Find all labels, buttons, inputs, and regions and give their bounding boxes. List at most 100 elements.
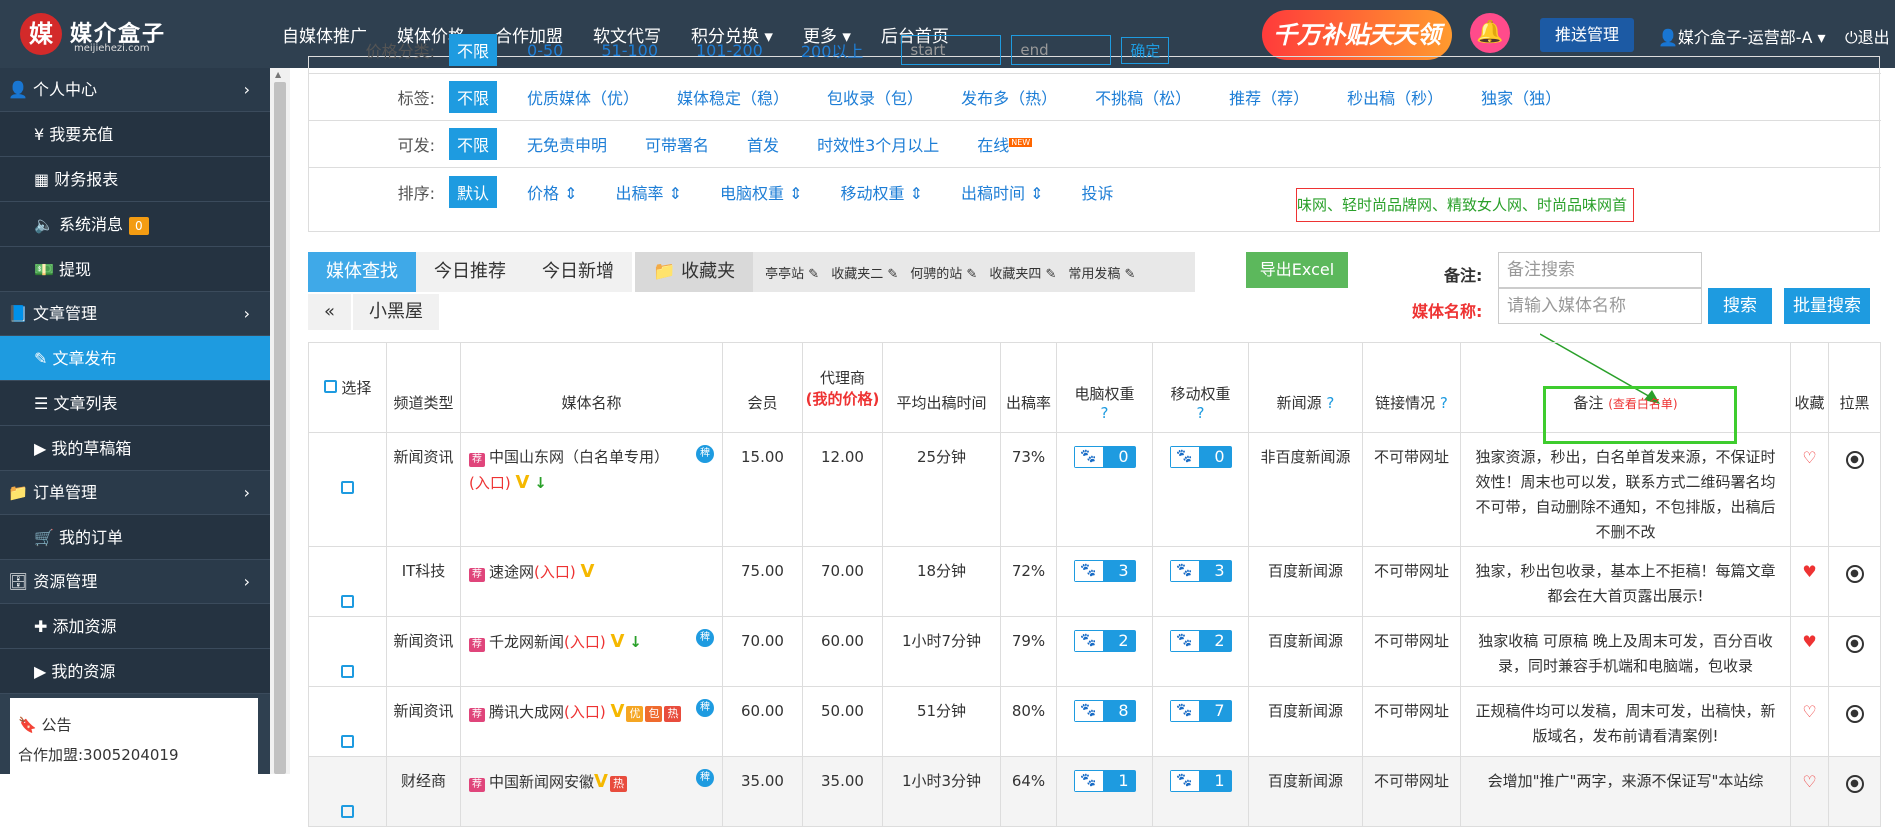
sidebar-section-personal[interactable]: 👤 个人中心 › <box>0 68 270 112</box>
filter-option[interactable]: 优质媒体（优） <box>527 85 639 109</box>
favorite-item[interactable]: 常用发稿 ✎ <box>1068 263 1135 282</box>
sort-option[interactable]: 出稿时间 ⇕ <box>961 180 1044 204</box>
filter-option[interactable]: 推荐（荐） <box>1229 85 1309 109</box>
heart-icon[interactable]: ♡ <box>1802 772 1816 791</box>
filter-option[interactable]: 101-200 <box>696 41 763 60</box>
blacklist-icon[interactable]: ● <box>1845 451 1864 469</box>
favorite-item[interactable]: 何骋的站 ✎ <box>910 263 977 282</box>
sort-option[interactable]: 电脑权重 ⇕ <box>720 180 803 204</box>
sidebar-item-drafts[interactable]: ▶ 我的草稿箱 <box>0 426 270 471</box>
export-excel-button[interactable]: 导出Excel <box>1246 252 1348 288</box>
favorite-item[interactable]: 亭亭站 ✎ <box>765 263 819 282</box>
media-name-input[interactable]: 请输入媒体名称 <box>1498 288 1702 324</box>
scroll-up-arrow-icon[interactable]: ▲ <box>275 70 281 79</box>
edit-icon[interactable]: ✎ <box>808 267 819 282</box>
filter-option[interactable]: 不挑稿（松） <box>1095 85 1191 109</box>
sidebar-section-article[interactable]: 📘 文章管理 › <box>0 292 270 336</box>
sidebar-item-article-list[interactable]: ☰ 文章列表 <box>0 381 270 426</box>
media-name[interactable]: 中国山东网（白名单专用） <box>489 448 669 466</box>
sidebar-item-publish[interactable]: ✎ 文章发布 <box>0 336 270 381</box>
filter-option[interactable]: 秒出稿（秒） <box>1347 85 1443 109</box>
sidebar-section-order[interactable]: 📁 订单管理 › <box>0 471 270 515</box>
price-end-input[interactable]: end <box>1011 35 1112 65</box>
price-ok-button[interactable]: 确定 <box>1121 36 1170 64</box>
favorite-item[interactable]: 收藏夹四 ✎ <box>989 263 1056 282</box>
edit-icon[interactable]: ✎ <box>966 267 977 282</box>
blacklist-icon[interactable]: ● <box>1845 565 1864 583</box>
help-icon[interactable]: ? <box>1440 394 1448 412</box>
scroll-thumb[interactable] <box>274 82 286 774</box>
row-checkbox[interactable] <box>341 665 354 678</box>
col-avg-time[interactable]: 平均出稿时间 <box>882 342 1001 433</box>
edit-icon[interactable]: ✎ <box>1045 267 1056 282</box>
filter-option[interactable]: 不限 <box>449 81 498 113</box>
favorites-tab[interactable]: 📁 收藏夹 <box>635 252 754 292</box>
row-checkbox[interactable] <box>341 595 354 608</box>
back-button[interactable]: « <box>308 294 352 330</box>
sidebar-item-finance[interactable]: ▦ 财务报表 <box>0 157 270 202</box>
heart-icon[interactable]: ♡ <box>1802 448 1816 467</box>
filter-option[interactable]: 首发 <box>747 132 779 156</box>
sidebar-item-recharge[interactable]: ¥ 我要充值 <box>0 112 270 157</box>
filter-option[interactable]: 51-100 <box>601 41 658 60</box>
heart-icon[interactable]: ♡ <box>1802 702 1816 721</box>
tab-today-recommend[interactable]: 今日推荐 <box>416 252 524 292</box>
help-icon[interactable]: ? <box>1326 394 1334 412</box>
row-checkbox[interactable] <box>341 481 354 494</box>
sort-option[interactable]: 出稿率 ⇕ <box>616 180 683 204</box>
sort-option[interactable]: 默认 <box>449 175 498 208</box>
filter-option[interactable]: 无免责申明 <box>527 132 607 156</box>
media-name[interactable]: 千龙网新闻 <box>489 633 564 651</box>
logo-icon[interactable]: 媒 <box>20 13 62 55</box>
media-name[interactable]: 速途网 <box>489 563 534 581</box>
blacklist-icon[interactable]: ● <box>1845 635 1864 653</box>
filter-option[interactable]: 200以上 <box>801 38 864 62</box>
entry-link[interactable]: (入口) <box>469 474 511 492</box>
filter-option[interactable]: 时效性3个月以上 <box>817 132 939 156</box>
heart-icon[interactable]: ♥ <box>1802 632 1816 651</box>
blacklist-icon[interactable]: ● <box>1845 775 1864 793</box>
remark-search-input[interactable]: 备注搜索 <box>1498 252 1702 288</box>
filter-option[interactable]: 媒体稳定（稳） <box>677 85 789 109</box>
row-checkbox[interactable] <box>341 805 354 818</box>
row-checkbox[interactable] <box>341 735 354 748</box>
sort-option[interactable]: 投诉 <box>1082 180 1114 204</box>
filter-option[interactable]: 0-50 <box>527 41 563 60</box>
tab-media-search[interactable]: 媒体查找 <box>308 252 416 292</box>
sidebar-item-add-resource[interactable]: ✚ 添加资源 <box>0 604 270 649</box>
media-name[interactable]: 中国新闻网安徽 <box>489 773 594 791</box>
sidebar-item-my-orders[interactable]: 🛒 我的订单 <box>0 515 270 560</box>
entry-link[interactable]: (入口) <box>534 563 576 581</box>
search-button[interactable]: 搜索 <box>1708 288 1772 324</box>
entry-link[interactable]: (入口) <box>564 703 606 721</box>
favorite-item[interactable]: 收藏夹二 ✎ <box>831 263 898 282</box>
col-member[interactable]: 会员 <box>722 342 803 433</box>
filter-option[interactable]: 不限 <box>449 128 498 160</box>
col-rate[interactable]: 出稿率 <box>1000 342 1057 433</box>
sort-option[interactable]: 价格 ⇕ <box>527 180 578 204</box>
sidebar-item-withdraw[interactable]: 💵 提现 <box>0 247 270 292</box>
filter-option[interactable]: 发布多（热） <box>961 85 1057 109</box>
sort-option[interactable]: 移动权重 ⇕ <box>841 180 924 204</box>
tab-today-new[interactable]: 今日新增 <box>524 252 632 292</box>
help-icon[interactable]: ? <box>1197 404 1205 422</box>
help-icon[interactable]: ? <box>1101 404 1109 422</box>
heart-icon[interactable]: ♥ <box>1802 562 1816 581</box>
col-pc-weight[interactable]: 电脑权重? <box>1056 342 1153 433</box>
media-name[interactable]: 腾讯大成网 <box>489 703 564 721</box>
scrolling-ticker[interactable]: 味网、轻时尚品牌网、精致女人网、时尚品味网首 <box>1296 188 1634 222</box>
col-mobile-weight[interactable]: 移动权重? <box>1152 342 1249 433</box>
tab-blacklist[interactable]: 小黑屋 <box>353 294 440 330</box>
batch-search-button[interactable]: 批量搜索 <box>1784 288 1870 324</box>
sidebar-section-resource[interactable]: 🗄 资源管理 › <box>0 560 270 604</box>
filter-option[interactable]: 可带署名 <box>645 132 709 156</box>
filter-option[interactable]: 不限 <box>449 34 498 66</box>
filter-option[interactable]: 独家（独） <box>1481 85 1561 109</box>
filter-option[interactable]: 包收录（包） <box>827 85 923 109</box>
sidebar-item-my-resource[interactable]: ▶ 我的资源 <box>0 649 270 694</box>
price-start-input[interactable]: start <box>901 35 1002 65</box>
blacklist-icon[interactable]: ● <box>1845 705 1864 723</box>
entry-link[interactable]: (入口) <box>564 633 606 651</box>
select-all-checkbox[interactable] <box>323 380 337 393</box>
sidebar-item-messages[interactable]: 🔈 系统消息 0 <box>0 202 270 247</box>
